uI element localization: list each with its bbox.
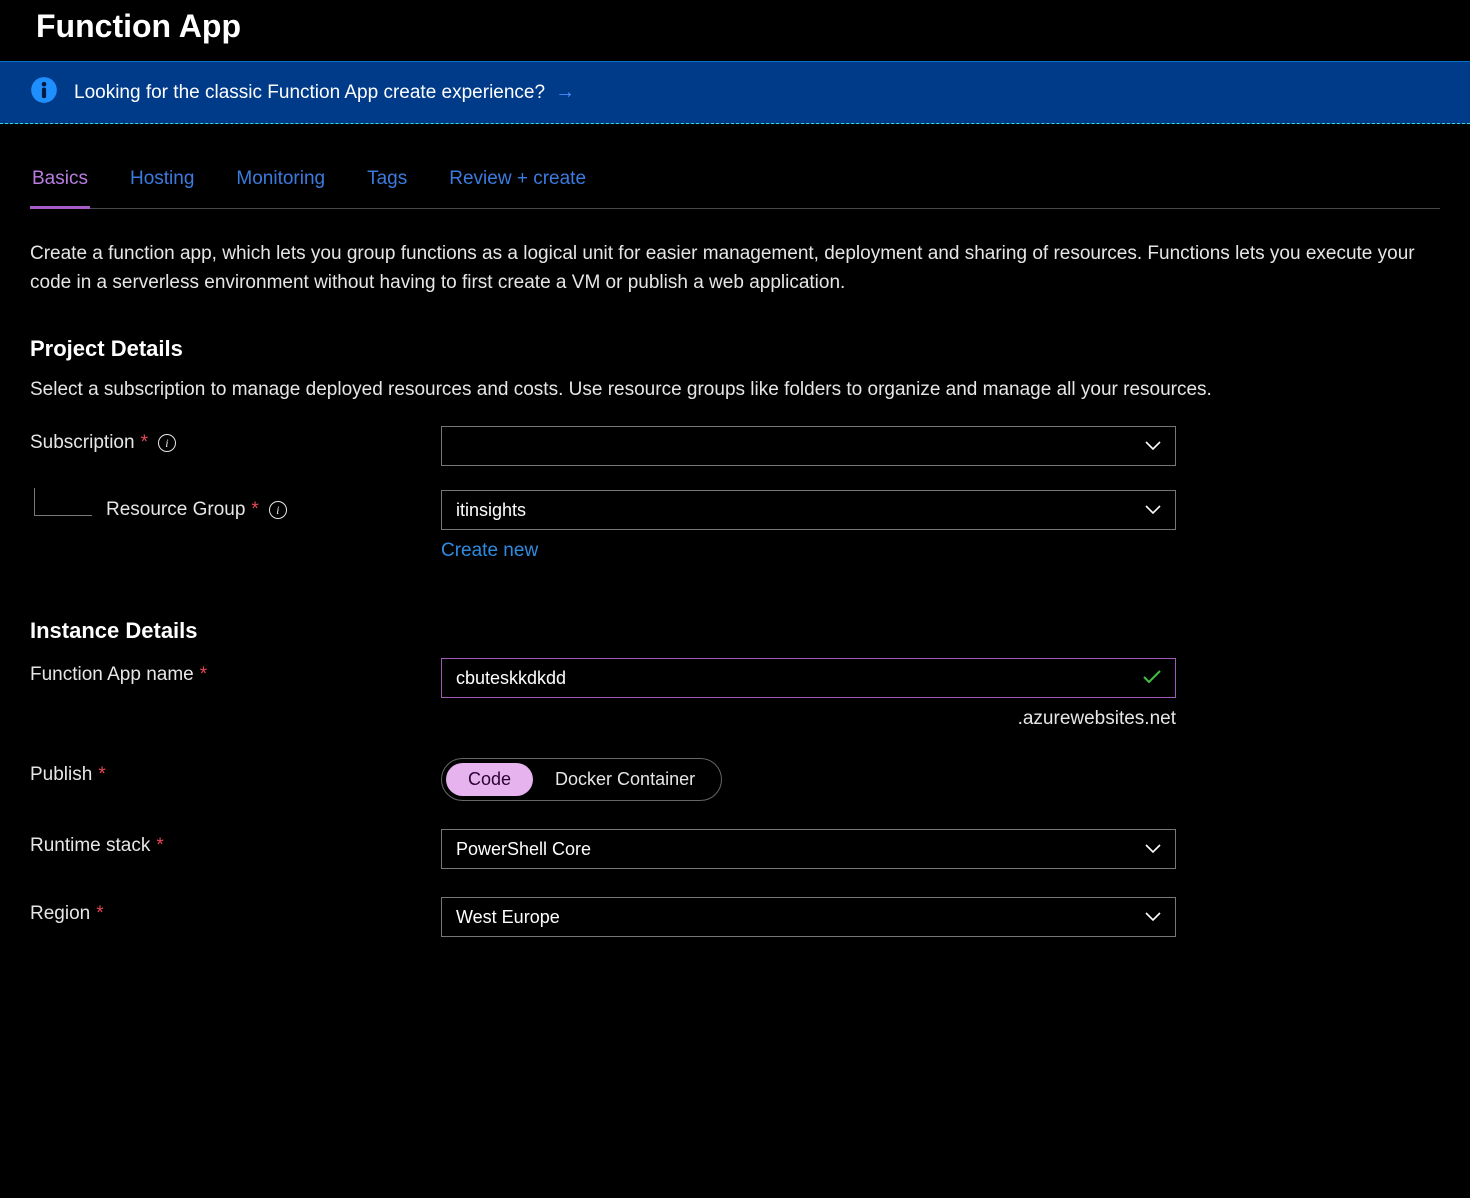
project-details-heading: Project Details: [30, 336, 1440, 362]
publish-option-docker[interactable]: Docker Container: [533, 763, 717, 796]
project-details-subtitle: Select a subscription to manage deployed…: [30, 376, 1440, 405]
chevron-down-icon: [1145, 912, 1161, 922]
tab-basics[interactable]: Basics: [30, 168, 90, 209]
tab-review-create[interactable]: Review + create: [447, 168, 588, 209]
tab-monitoring[interactable]: Monitoring: [234, 168, 327, 209]
chevron-down-icon: [1145, 505, 1161, 515]
region-select[interactable]: West Europe: [441, 897, 1176, 937]
info-icon: [30, 76, 58, 109]
arrow-right-icon: →: [555, 81, 575, 104]
region-label: Region: [30, 903, 90, 925]
tab-tags[interactable]: Tags: [365, 168, 409, 209]
region-value: West Europe: [456, 907, 560, 928]
publish-label: Publish: [30, 764, 92, 786]
page-title: Function App: [0, 0, 1470, 61]
publish-toggle: Code Docker Container: [441, 758, 722, 801]
chevron-down-icon: [1145, 441, 1161, 451]
runtime-stack-label: Runtime stack: [30, 835, 150, 857]
subscription-label: Subscription: [30, 432, 135, 454]
classic-experience-banner[interactable]: Looking for the classic Function App cre…: [0, 61, 1470, 124]
runtime-stack-value: PowerShell Core: [456, 839, 591, 860]
checkmark-icon: [1143, 668, 1161, 689]
info-icon[interactable]: i: [269, 501, 287, 519]
tree-connector: [34, 488, 92, 516]
chevron-down-icon: [1145, 844, 1161, 854]
publish-option-code[interactable]: Code: [446, 763, 533, 796]
tabs-bar: Basics Hosting Monitoring Tags Review + …: [30, 168, 1440, 209]
tab-description: Create a function app, which lets you gr…: [30, 239, 1440, 298]
instance-details-heading: Instance Details: [30, 618, 1440, 644]
required-indicator: *: [251, 499, 258, 521]
resource-group-select[interactable]: itinsights: [441, 490, 1176, 530]
create-new-link[interactable]: Create new: [441, 540, 538, 562]
function-app-name-label: Function App name: [30, 664, 194, 686]
runtime-stack-select[interactable]: PowerShell Core: [441, 829, 1176, 869]
banner-text: Looking for the classic Function App cre…: [74, 82, 545, 104]
required-indicator: *: [156, 835, 163, 857]
info-icon[interactable]: i: [158, 434, 176, 452]
required-indicator: *: [200, 664, 207, 686]
function-app-name-value: cbuteskkdkdd: [456, 668, 1143, 689]
tab-hosting[interactable]: Hosting: [128, 168, 196, 209]
required-indicator: *: [141, 432, 148, 454]
function-app-name-input[interactable]: cbuteskkdkdd: [441, 658, 1176, 698]
resource-group-value: itinsights: [456, 500, 526, 521]
resource-group-label: Resource Group: [106, 499, 245, 521]
required-indicator: *: [98, 764, 105, 786]
domain-suffix: .azurewebsites.net: [441, 708, 1176, 730]
subscription-select[interactable]: [441, 426, 1176, 466]
required-indicator: *: [96, 903, 103, 925]
